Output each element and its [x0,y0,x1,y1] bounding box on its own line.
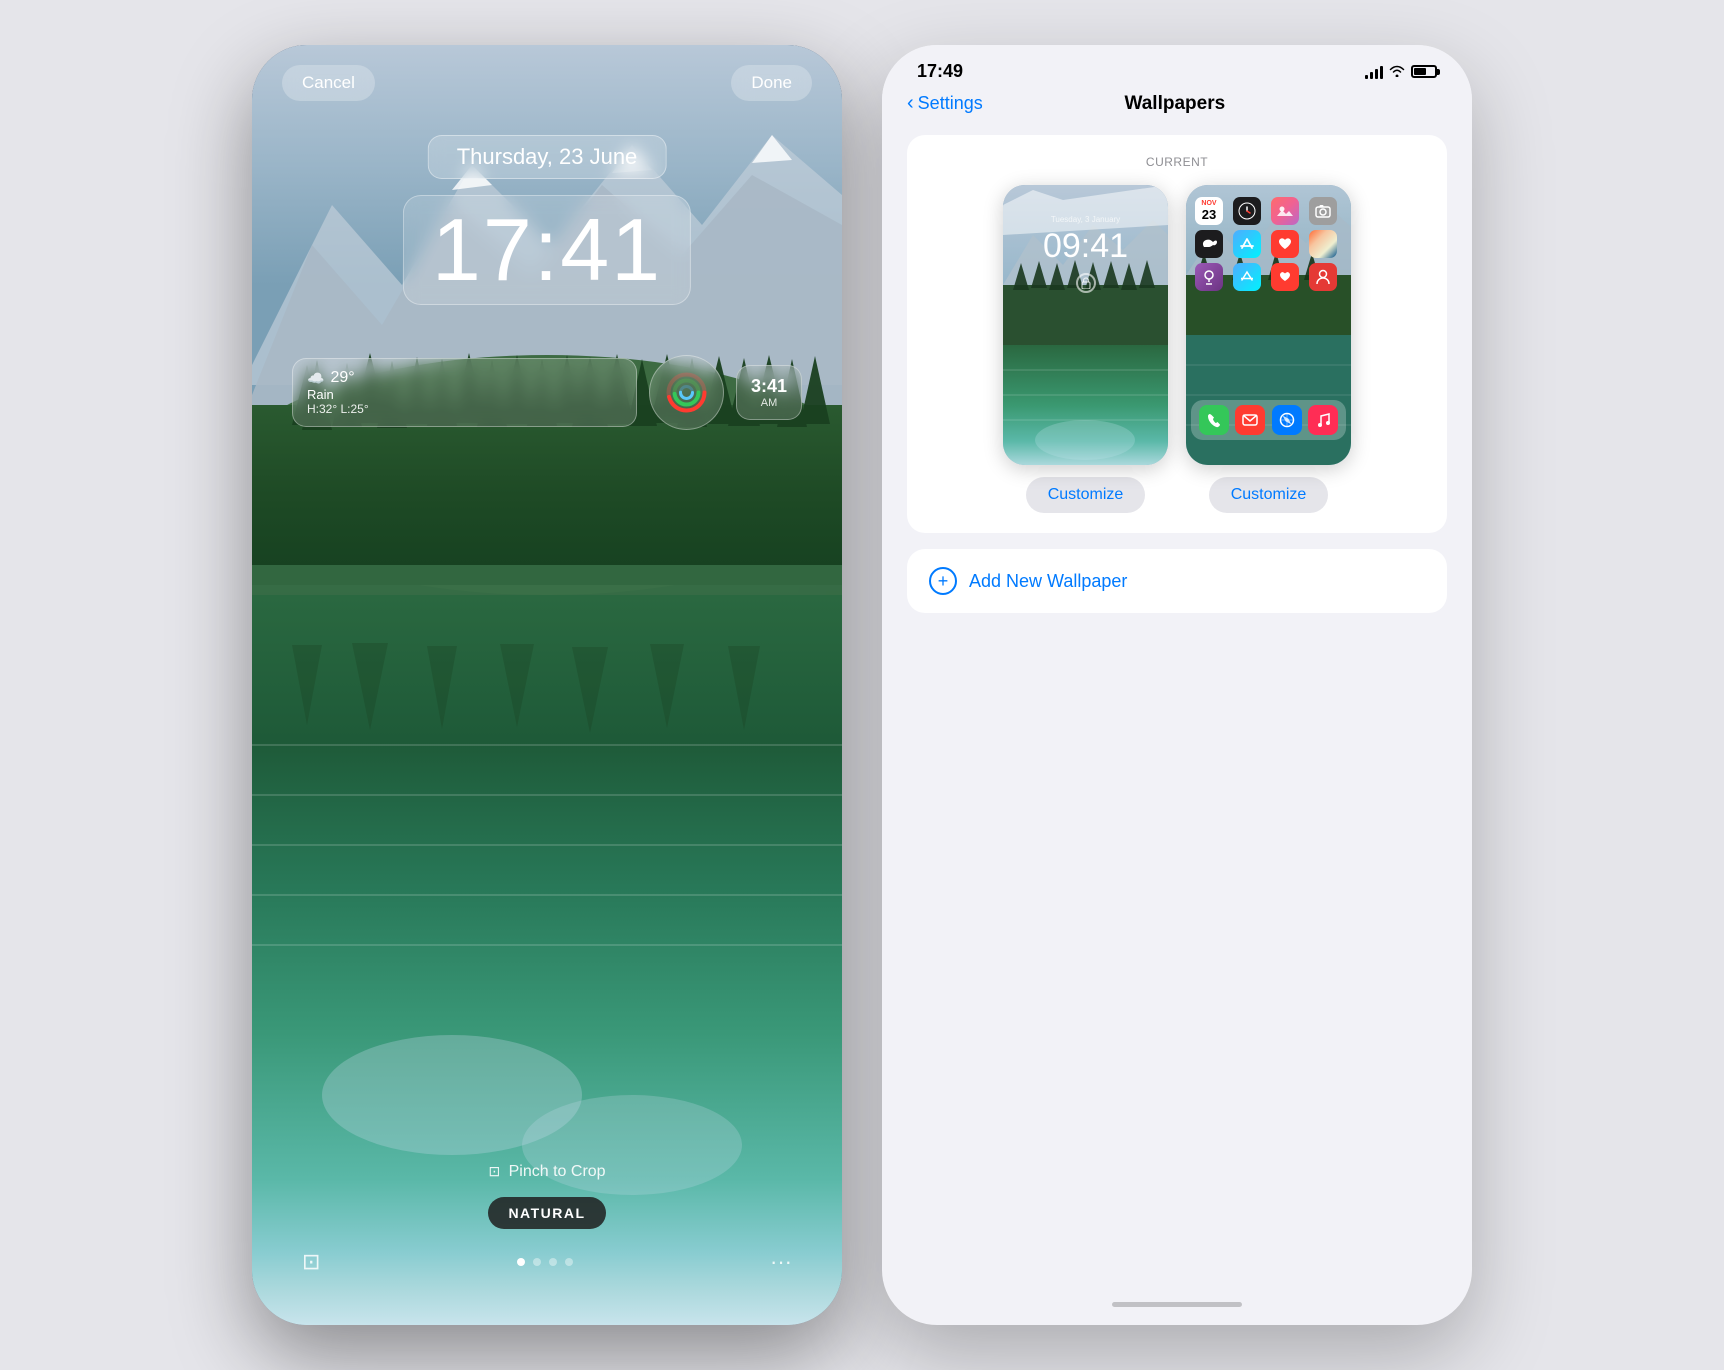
signal-bar-4 [1380,66,1383,79]
pinch-text: Pinch to Crop [509,1163,606,1180]
activity-rings-icon [664,370,709,415]
filter-badge: NATURAL [488,1197,605,1229]
weather-widget: ☁️ 29° Rain H:32° L:25° [292,358,637,427]
alarm-unit: AM [751,397,787,409]
safari-dock-icon [1272,405,1302,435]
left-phone: Cancel Done Thursday, 23 June 17:41 ☁️ 2… [252,45,842,1325]
home-screen-preview: NOV 23 [1186,185,1351,465]
dot-2 [533,1258,541,1266]
done-button[interactable]: Done [731,65,812,101]
lock-time-mini: 09:41 [1043,227,1128,266]
lock-indicator-icon [1076,273,1096,293]
wallpaper-content: CURRENT [882,127,1472,621]
appstore-app-icon [1233,230,1261,258]
add-wallpaper-icon: + [929,567,957,595]
pinch-label: ⊡ Pinch to Crop [252,1163,842,1181]
signal-bar-1 [1365,75,1368,79]
home-indicator [1112,1302,1242,1307]
bottom-nav: ⊡ ··· [252,1249,842,1275]
back-chevron-icon: ‹ [907,92,914,115]
podcasts-app-icon [1195,263,1223,291]
battery-fill [1414,68,1426,75]
time-text: 17:41 [432,200,662,299]
cancel-button[interactable]: Cancel [282,65,375,101]
weather-description: Rain [307,387,622,402]
lock-screen-preview: Tuesday, 3 January 09:41 [1003,185,1168,465]
dot-4 [565,1258,573,1266]
lock-preview-background: Tuesday, 3 January 09:41 [1003,185,1168,465]
page-dots [517,1258,573,1266]
music-dock-icon [1308,405,1338,435]
more-icon[interactable]: ··· [770,1249,792,1275]
dot-3 [549,1258,557,1266]
bottom-controls: ⊡ Pinch to Crop NATURAL ⊡ ··· [252,1163,842,1275]
status-icons [1365,64,1437,80]
app-dock [1191,400,1346,440]
signal-icon [1365,65,1383,79]
wifi-icon [1389,64,1405,80]
battery-icon [1411,65,1437,78]
activity-widget [649,355,724,430]
right-phone: 17:49 ‹ Settings [882,45,1472,1325]
home-screen-item: NOV 23 [1186,185,1351,513]
lock-customize-button[interactable]: Customize [1026,477,1146,513]
back-button[interactable]: ‹ Settings [907,92,983,115]
add-wallpaper-label: Add New Wallpaper [969,571,1127,592]
clips-app-icon [1309,230,1337,258]
alarm-time: 3:41 [751,376,787,397]
camera-app-icon [1309,197,1337,225]
photos-app-icon [1271,197,1299,225]
wallpaper-pair: Tuesday, 3 January 09:41 Customize [927,185,1427,513]
section-label: CURRENT [927,155,1427,169]
signal-bar-2 [1370,72,1373,79]
status-bar: 17:49 [882,45,1472,82]
calendar-app-icon: NOV 23 [1195,197,1223,225]
app2-icon [1233,263,1261,291]
dot-1 [517,1258,525,1266]
health-app-icon [1271,230,1299,258]
phone-dock-icon [1199,405,1229,435]
page-title: Wallpapers [983,93,1367,115]
date-text: Thursday, 23 June [457,144,638,169]
widget-row: ☁️ 29° Rain H:32° L:25° 3:41 AM [292,355,802,430]
home-customize-button[interactable]: Customize [1209,477,1329,513]
time-display: 17:41 [403,195,691,305]
add-wallpaper-row[interactable]: + Add New Wallpaper [907,549,1447,613]
lock-screen-item: Tuesday, 3 January 09:41 Customize [1003,185,1168,513]
appletv-app-icon [1195,230,1223,258]
home-preview-background: NOV 23 [1186,185,1351,465]
back-label: Settings [918,93,983,114]
weather-range: H:32° L:25° [307,402,622,416]
weather-icon: ☁️ [307,370,324,387]
signal-bar-3 [1375,69,1378,79]
app-grid: NOV 23 [1191,193,1346,295]
weather-temp: 29° [330,369,354,387]
current-section: CURRENT [907,135,1447,533]
app3-icon [1271,263,1299,291]
alarm-widget: 3:41 AM [736,365,802,420]
status-time: 17:49 [917,61,963,82]
mail-dock-icon [1235,405,1265,435]
nav-bar: ‹ Settings Wallpapers [882,82,1472,127]
lock-date-mini: Tuesday, 3 January [1051,215,1120,224]
clock-app-icon [1233,197,1261,225]
app4-icon [1309,263,1337,291]
gallery-icon[interactable]: ⊡ [302,1249,320,1275]
date-display: Thursday, 23 June [428,135,667,179]
pinch-icon: ⊡ [488,1163,500,1179]
